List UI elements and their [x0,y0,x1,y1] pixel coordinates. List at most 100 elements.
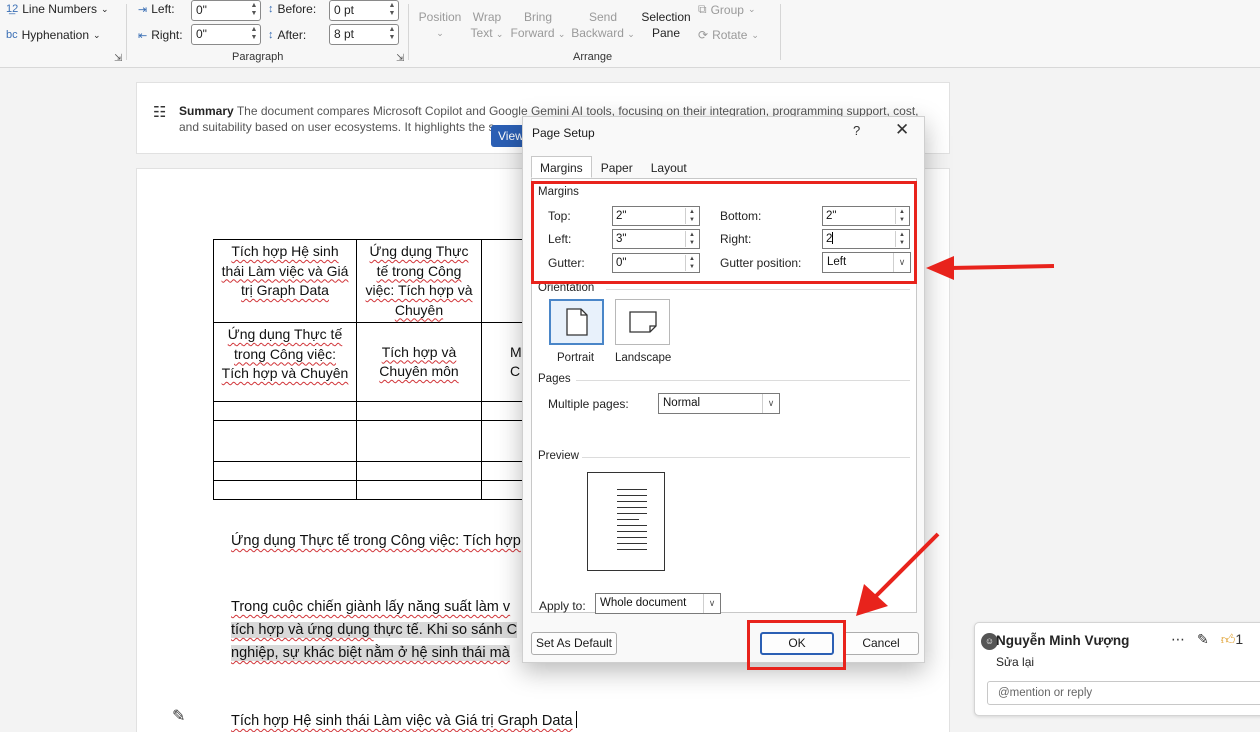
spinner-icon[interactable]: ▲ ▼ [249,26,259,42]
margins-highlight-box [531,181,917,284]
portrait-label: Portrait [557,352,595,364]
position-button[interactable]: Position ⌄ [416,9,464,41]
table-cell[interactable]: Ứng dụng Thực tế trong Công việc: Tích h… [213,322,357,402]
chevron-down-icon: ∨ [762,394,779,413]
preview-line [617,543,647,544]
line-numbers-icon: 1̲2 [6,3,19,15]
spinner-icon[interactable]: ▲ ▼ [249,2,259,18]
chevron-down-icon: ⌄ [557,29,566,39]
table-cell[interactable]: Ứng dụng Thực tế trong Công việc: Tích h… [356,239,482,323]
indent-left-label: ⇥ Left: [138,2,175,16]
preview-line [617,501,647,502]
hyphenation-button[interactable]: bc Hyphenation ⌄ [6,28,101,42]
chevron-down-icon: ∨ [703,594,720,613]
group-button[interactable]: ⧉ Group ⌄ [698,2,755,17]
group-separator [126,4,127,60]
table-cell[interactable] [213,461,357,481]
set-as-default-button[interactable]: Set As Default [531,632,617,655]
rotate-icon: ⟳ [698,28,709,42]
table-cell[interactable] [213,480,357,500]
dialog-tabs: Margins Paper Layout [531,156,696,178]
thumbs-up-icon: 👍︎ [1220,631,1236,647]
chevron-down-icon: ⌄ [100,3,109,14]
document-table[interactable]: Tích hợp Hệ sinh thái Làm việc và Giá tr… [213,239,542,500]
chevron-down-icon: ⌄ [495,29,504,39]
chevron-down-icon: ⌄ [436,28,444,38]
summary-icon: ☷ [153,104,167,121]
landscape-option[interactable] [615,299,670,345]
comment-card[interactable]: ☺ Nguyễn Minh Vượng ⋯ ✎ 👍︎1 Sửa lại @men… [974,622,1260,716]
table-cell[interactable]: Tích hợp và Chuyên môn [356,322,482,402]
document-paragraph-line[interactable]: tích hợp và ứng dụng thực tế. Khi so sán… [231,622,518,638]
multiple-pages-select[interactable]: Normal ∨ [658,393,780,414]
spacing-before-label: ↕ Before: [268,2,317,16]
table-cell[interactable] [356,480,482,500]
rotate-button[interactable]: ⟳ Rotate ⌄ [698,28,759,42]
indent-right-label: ⇤ Right: [138,28,183,42]
edit-icon[interactable]: ✎ [1197,631,1209,648]
spacing-before-icon: ↕ [268,3,274,15]
preview-line [617,531,647,532]
portrait-icon [565,308,588,336]
indent-left-input[interactable]: 0" ▲ ▼ [191,0,261,21]
table-cell[interactable] [213,420,357,462]
spacing-after-label: ↕ After: [268,28,307,42]
spinner-icon[interactable]: ▲ ▼ [387,2,397,18]
section-divider [582,457,910,458]
arrow-icon [926,256,1055,280]
document-paragraph-line[interactable]: Trong cuộc chiến giành lấy năng suất làm… [231,599,510,615]
table-cell[interactable] [356,420,482,462]
preview-line [617,507,647,508]
arrow-icon [856,532,940,616]
preview-line [617,513,647,514]
help-icon[interactable]: ? [853,123,860,138]
group-separator [408,4,409,60]
spacing-before-input[interactable]: 0 pt ▲ ▼ [329,0,399,21]
dialog-title: Page Setup [532,126,595,140]
document-paragraph-line[interactable]: nghiệp, sự khác biệt nằm ở hệ sinh thái … [231,645,510,661]
portrait-option[interactable] [549,299,604,345]
line-numbers-button[interactable]: 1̲2 Line Numbers ⌄ [6,2,109,16]
table-cell[interactable] [356,461,482,481]
indent-right-icon: ⇤ [138,29,148,42]
hyphenation-icon: bc [6,29,18,41]
spinner-icon[interactable]: ▲ ▼ [387,26,397,42]
copilot-draft-icon[interactable]: ✎ [172,706,185,726]
table-cell[interactable] [356,401,482,421]
indent-right-input[interactable]: 0" ▲ ▼ [191,24,261,45]
close-icon[interactable]: ✕ [895,120,909,140]
document-heading[interactable]: Ứng dụng Thực tế trong Công việc: Tích h… [231,533,521,549]
preview-page-thumbnail [587,472,665,571]
tab-layout[interactable]: Layout [642,156,696,178]
like-button[interactable]: 👍︎1 [1221,631,1243,648]
wrap-text-button[interactable]: Wrap Text ⌄ [466,9,508,42]
cancel-button[interactable]: Cancel [843,632,919,655]
group-separator [780,4,781,60]
section-divider [606,289,910,290]
ok-highlight-box [747,620,846,670]
page-setup-launcher-icon[interactable]: ⇲ [114,53,122,64]
section-divider [576,380,910,381]
comment-actions: ⋯ ✎ 👍︎1 [1171,631,1243,648]
chevron-down-icon: ⌄ [93,29,101,40]
indent-left-icon: ⇥ [138,3,148,16]
comment-text: Sửa lại [996,655,1035,669]
selection-pane-button[interactable]: Selection Pane [638,9,694,41]
apply-to-label: Apply to: [539,599,586,613]
bring-forward-button[interactable]: Bring Forward ⌄ [510,9,566,42]
spacing-after-input[interactable]: 8 pt ▲ ▼ [329,24,399,45]
tab-paper[interactable]: Paper [592,156,642,178]
tab-margins[interactable]: Margins [531,156,592,178]
send-backward-button[interactable]: Send Backward ⌄ [570,9,636,42]
comment-reply-input[interactable]: @mention or reply [987,681,1260,705]
text-caret [575,711,577,728]
multiple-pages-label: Multiple pages: [548,397,629,411]
apply-to-select[interactable]: Whole document ∨ [595,593,721,614]
preview-line [617,495,647,496]
table-cell[interactable] [213,401,357,421]
document-heading[interactable]: Tích hợp Hệ sinh thái Làm việc và Giá tr… [231,711,577,729]
table-cell[interactable]: Tích hợp Hệ sinh thái Làm việc và Giá tr… [213,239,357,323]
paragraph-launcher-icon[interactable]: ⇲ [396,53,404,64]
more-options-icon[interactable]: ⋯ [1171,631,1185,648]
preview-line [617,537,647,538]
